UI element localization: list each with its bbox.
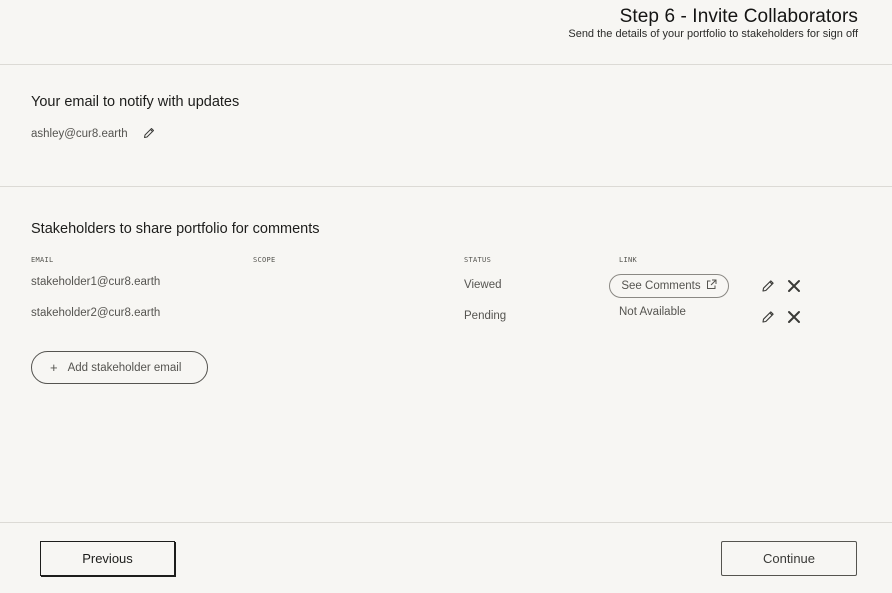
- column-header-status: STATUS: [464, 256, 492, 264]
- notify-section-title: Your email to notify with updates: [31, 94, 240, 110]
- footer-bar: Previous Continue: [0, 522, 892, 593]
- stakeholder-status: Pending: [464, 310, 507, 322]
- edit-stakeholder-pencil-icon[interactable]: [760, 309, 776, 325]
- column-header-scope: SCOPE: [253, 256, 276, 264]
- continue-button[interactable]: Continue: [721, 541, 857, 576]
- stakeholders-section-title: Stakeholders to share portfolio for comm…: [31, 221, 320, 237]
- see-comments-label: See Comments: [621, 280, 701, 292]
- previous-button[interactable]: Previous: [40, 541, 175, 576]
- add-stakeholder-label: Add stakeholder email: [67, 361, 182, 374]
- delete-stakeholder-close-icon[interactable]: [786, 309, 802, 325]
- external-link-icon: [706, 279, 717, 293]
- add-stakeholder-button[interactable]: + Add stakeholder email: [31, 351, 208, 384]
- delete-stakeholder-close-icon[interactable]: [786, 278, 802, 294]
- link-not-available: Not Available: [619, 306, 686, 318]
- stakeholder-status: Viewed: [464, 279, 502, 291]
- column-header-email: EMAIL: [31, 256, 54, 264]
- notify-section: Your email to notify with updates ashley…: [0, 65, 892, 187]
- notify-email-value: ashley@cur8.earth: [31, 128, 128, 140]
- edit-stakeholder-pencil-icon[interactable]: [760, 278, 776, 294]
- stakeholders-section: Stakeholders to share portfolio for comm…: [0, 187, 892, 521]
- page-subtitle: Send the details of your portfolio to st…: [568, 28, 858, 40]
- column-header-link: LINK: [619, 256, 638, 264]
- see-comments-button[interactable]: See Comments: [609, 274, 729, 298]
- plus-icon: +: [50, 360, 58, 375]
- edit-notify-email-pencil-icon[interactable]: [142, 126, 156, 140]
- page-header: Step 6 - Invite Collaborators Send the d…: [0, 0, 892, 65]
- stakeholder-email: stakeholder1@cur8.earth: [31, 276, 161, 288]
- page-title: Step 6 - Invite Collaborators: [619, 6, 858, 27]
- stakeholder-email: stakeholder2@cur8.earth: [31, 307, 161, 319]
